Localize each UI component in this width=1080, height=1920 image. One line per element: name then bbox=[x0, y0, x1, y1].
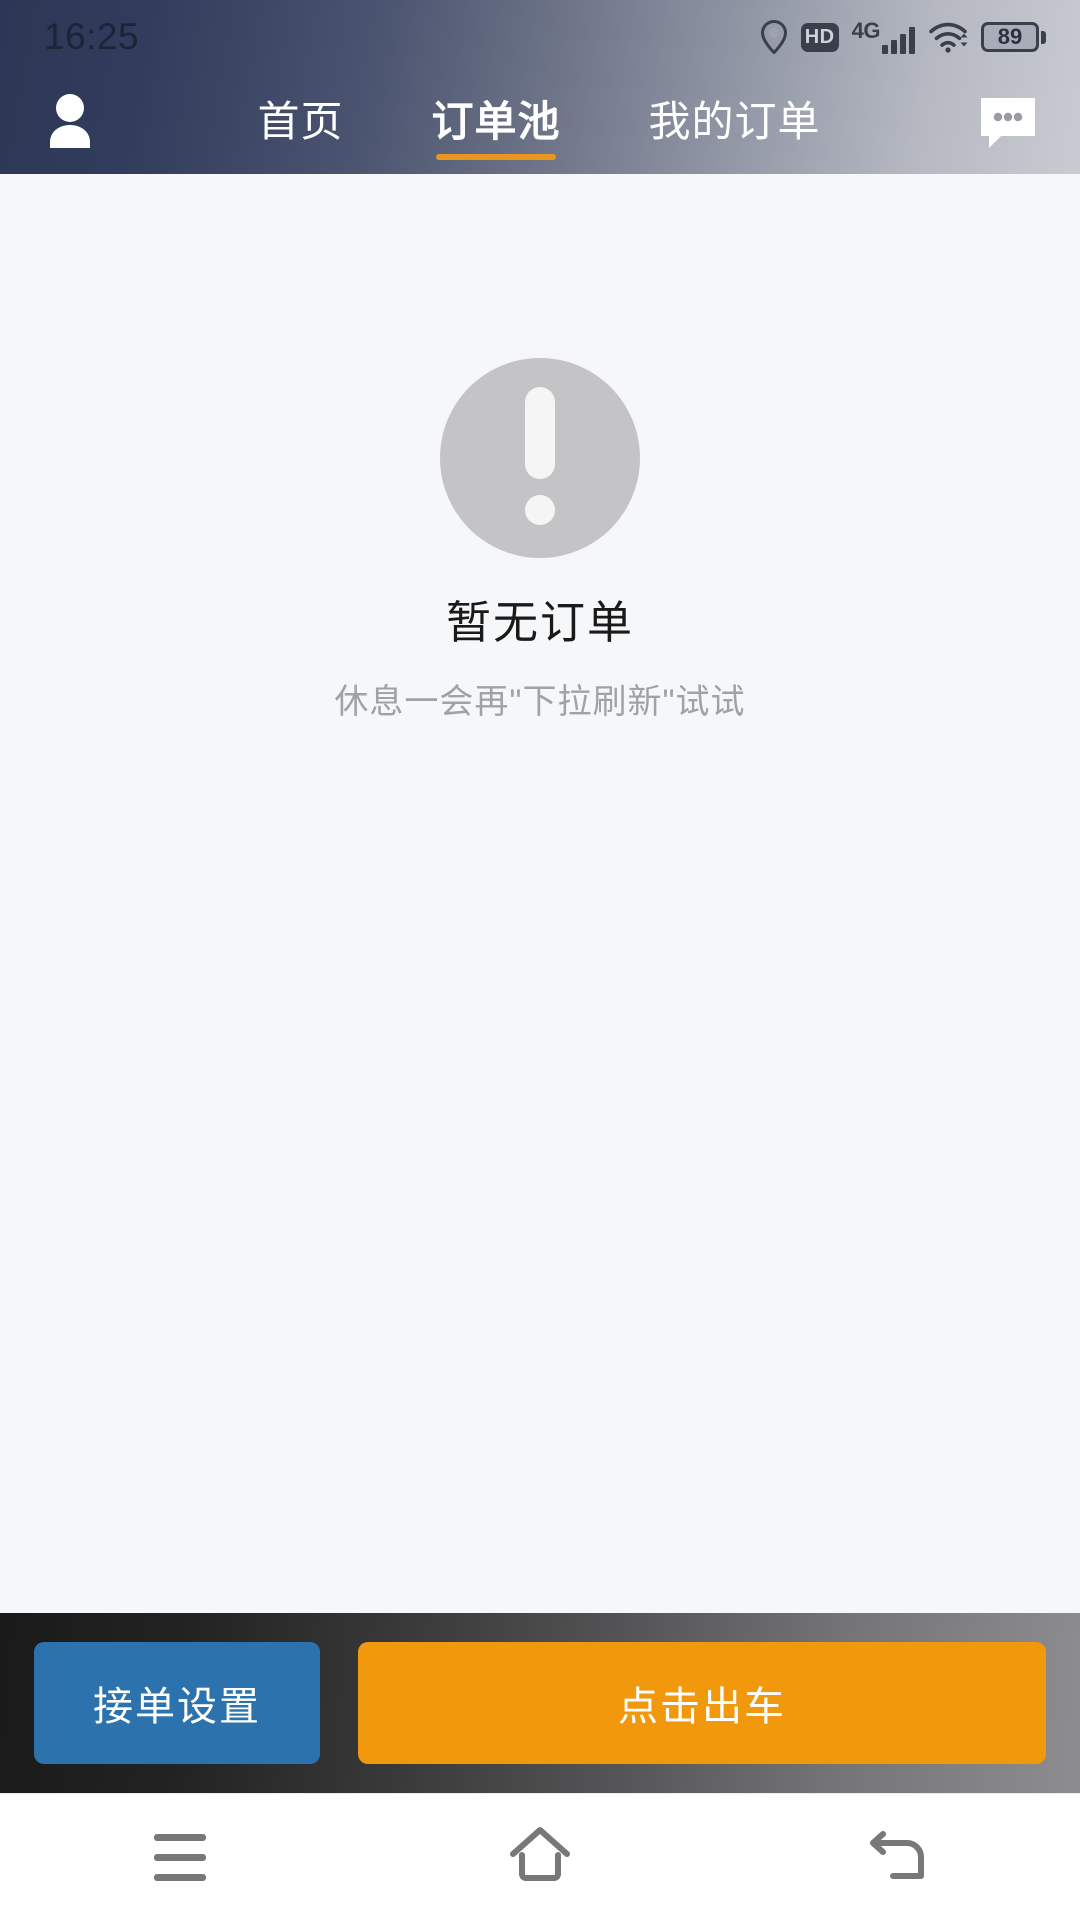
bottom-action-bar: 接单设置 点击出车 bbox=[0, 1613, 1080, 1793]
tab-list: 首页 订单池 我的订单 bbox=[108, 74, 970, 174]
wifi-icon bbox=[928, 21, 968, 53]
hd-icon: HD bbox=[800, 22, 839, 52]
order-pool-content: 暂无订单 休息一会再"下拉刷新"试试 bbox=[0, 174, 1080, 1613]
system-menu-button[interactable] bbox=[105, 1794, 255, 1920]
top-navigation-bar: 首页 订单池 我的订单 bbox=[0, 74, 1080, 174]
start-driving-button[interactable]: 点击出车 bbox=[358, 1642, 1046, 1764]
order-settings-button[interactable]: 接单设置 bbox=[34, 1642, 320, 1764]
system-home-button[interactable] bbox=[465, 1794, 615, 1920]
home-icon bbox=[507, 1824, 573, 1891]
system-back-button[interactable] bbox=[825, 1794, 975, 1920]
signal-bars bbox=[882, 27, 915, 54]
status-bar-icons: HD 4G 89 bbox=[760, 20, 1046, 54]
cellular-signal-icon: 4G bbox=[852, 20, 915, 54]
person-icon bbox=[42, 92, 98, 157]
back-icon bbox=[869, 1826, 931, 1889]
chat-bubble-icon bbox=[977, 94, 1039, 155]
active-tab-indicator bbox=[435, 154, 556, 160]
system-navigation-bar bbox=[0, 1793, 1080, 1920]
tab-order-pool-label: 订单池 bbox=[431, 98, 561, 145]
profile-button[interactable] bbox=[32, 92, 108, 157]
menu-icon bbox=[154, 1833, 206, 1881]
empty-state: 暂无订单 休息一会再"下拉刷新"试试 bbox=[334, 358, 745, 719]
app-screen: 16:25 HD 4G 89 首页 订单池 我的订单 暂无订单 休息一会再"下拉… bbox=[0, 0, 1080, 1920]
empty-state-title: 暂无订单 bbox=[445, 597, 634, 648]
battery-level-label: 89 bbox=[997, 24, 1023, 49]
network-type-label: 4G bbox=[851, 18, 881, 43]
status-bar: 16:25 HD 4G 89 bbox=[0, 0, 1080, 74]
location-pin-icon bbox=[760, 20, 788, 54]
tab-my-orders-label: 我的订单 bbox=[648, 98, 821, 145]
empty-state-subtitle: 休息一会再"下拉刷新"试试 bbox=[334, 683, 746, 721]
chat-button[interactable] bbox=[970, 94, 1046, 155]
tab-home-label: 首页 bbox=[257, 98, 344, 145]
tab-my-orders[interactable]: 我的订单 bbox=[605, 74, 865, 174]
tab-home[interactable]: 首页 bbox=[213, 74, 387, 174]
status-bar-clock: 16:25 bbox=[44, 16, 140, 57]
exclamation-circle-icon bbox=[439, 358, 640, 558]
app-header: 16:25 HD 4G 89 首页 订单池 我的订单 bbox=[0, 0, 1080, 174]
tab-order-pool[interactable]: 订单池 bbox=[387, 74, 604, 174]
battery-icon: 89 bbox=[981, 22, 1046, 52]
